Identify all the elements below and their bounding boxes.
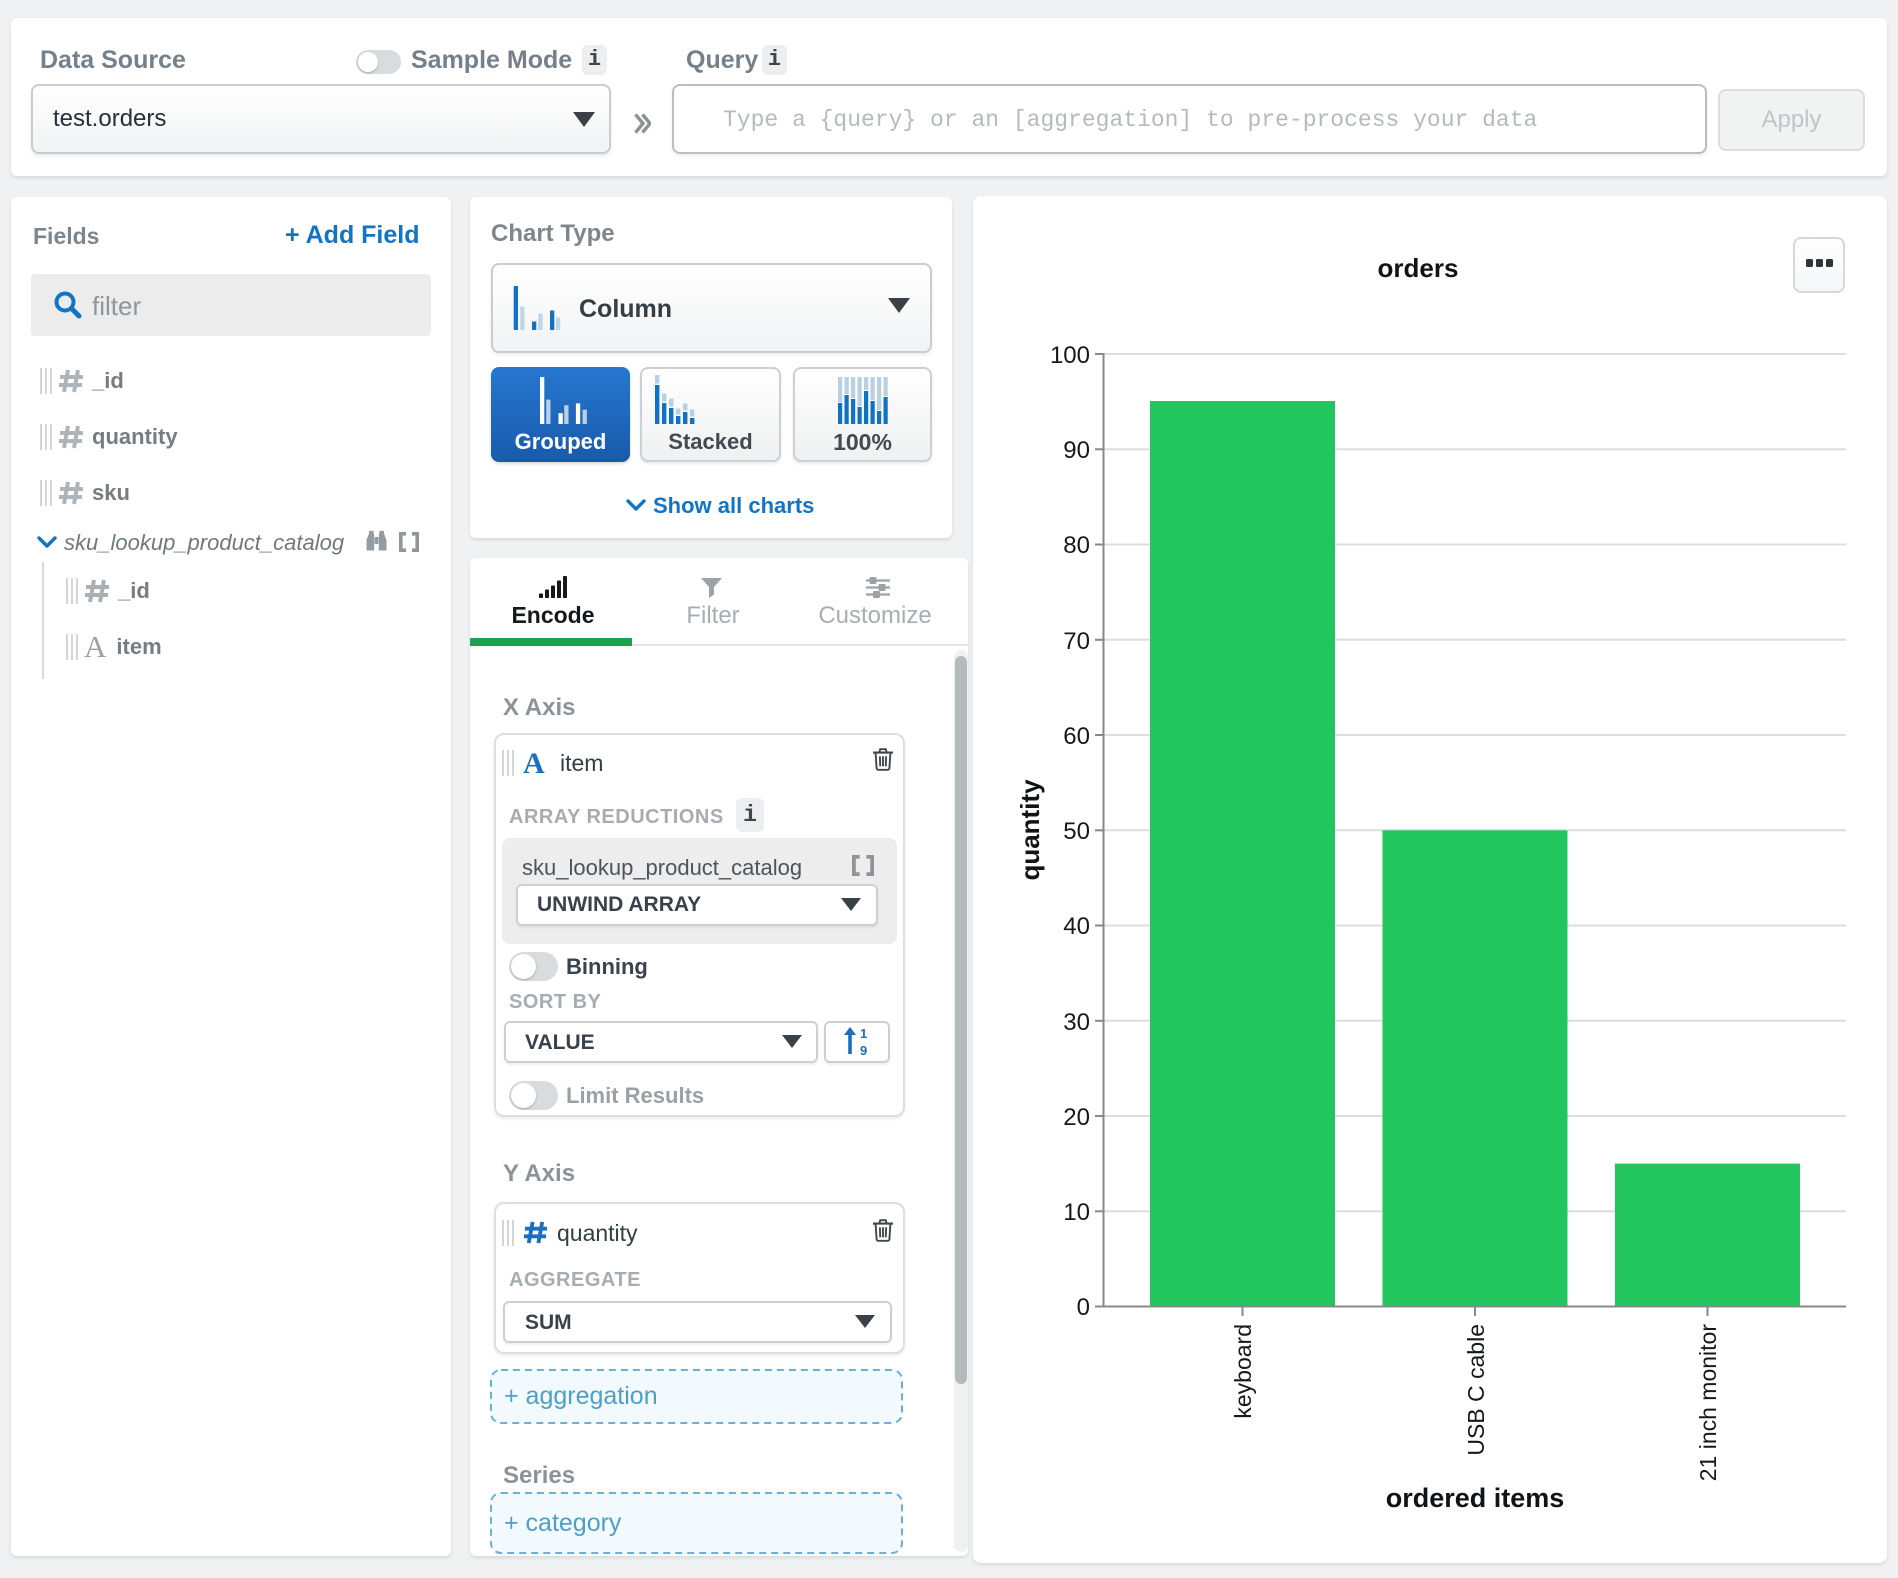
svg-text:10: 10	[1063, 1199, 1090, 1226]
svg-text:21 inch monitor: 21 inch monitor	[1695, 1324, 1721, 1482]
svg-text:orders: orders	[1378, 253, 1459, 283]
svg-text:ordered items: ordered items	[1386, 1483, 1565, 1513]
svg-text:30: 30	[1063, 1009, 1090, 1036]
svg-text:70: 70	[1063, 628, 1090, 655]
svg-text:80: 80	[1063, 532, 1090, 559]
svg-text:keyboard: keyboard	[1230, 1324, 1256, 1419]
svg-text:40: 40	[1063, 913, 1090, 940]
svg-text:60: 60	[1063, 723, 1090, 750]
svg-text:90: 90	[1063, 437, 1090, 464]
svg-text:quantity: quantity	[1015, 779, 1045, 881]
svg-text:1: 1	[860, 1027, 867, 1041]
svg-text:9: 9	[860, 1043, 867, 1057]
svg-text:100: 100	[1050, 342, 1090, 369]
svg-text:50: 50	[1063, 818, 1090, 845]
svg-text:USB C cable: USB C cable	[1463, 1324, 1489, 1456]
svg-text:20: 20	[1063, 1104, 1090, 1131]
svg-text:0: 0	[1077, 1294, 1090, 1321]
